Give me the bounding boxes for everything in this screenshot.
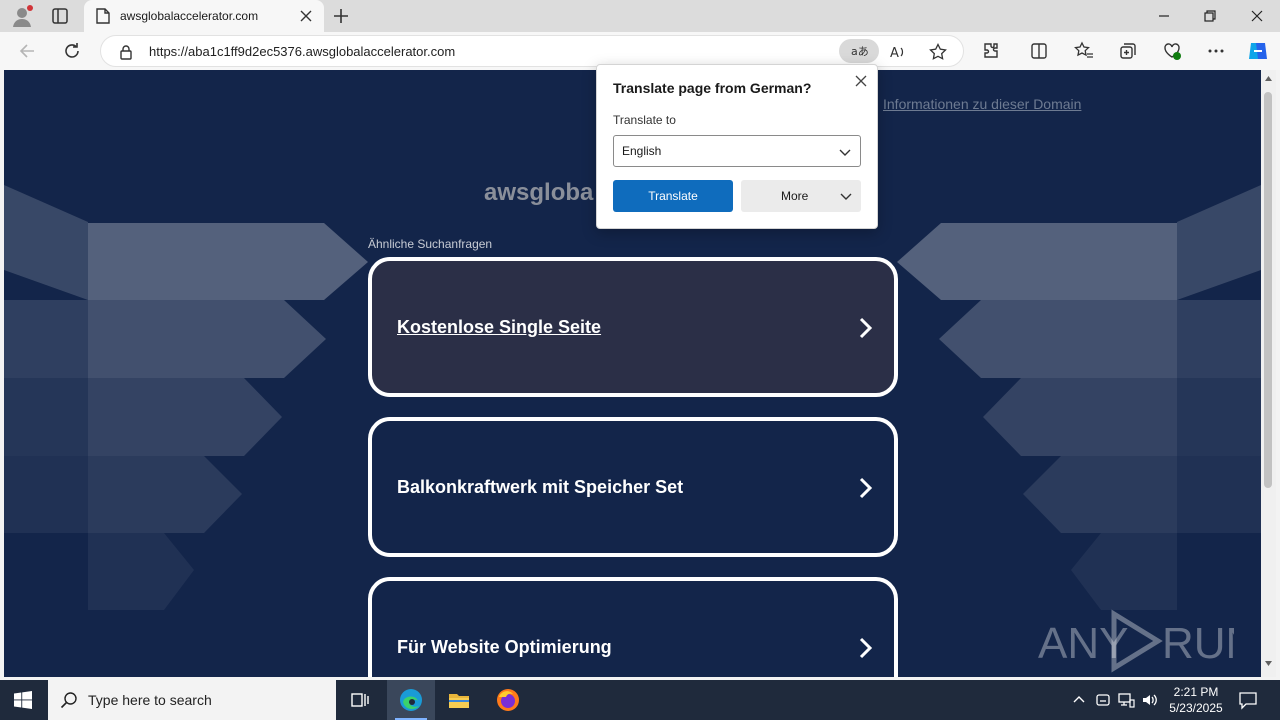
translate-button[interactable]: aあ bbox=[839, 39, 879, 63]
taskbar-edge[interactable] bbox=[387, 680, 435, 720]
card-label: Kostenlose Single Seite bbox=[397, 317, 602, 337]
task-view-button[interactable] bbox=[336, 680, 384, 720]
selected-language: English bbox=[622, 144, 662, 158]
scroll-up-icon[interactable] bbox=[1264, 74, 1273, 83]
translate-confirm-button[interactable]: Translate bbox=[613, 180, 733, 212]
active-tab[interactable]: awsglobalaccelerator.com bbox=[84, 0, 324, 32]
translate-icon: aあ bbox=[851, 45, 868, 58]
chevron-right-icon bbox=[859, 317, 873, 339]
chevron-right-icon bbox=[859, 637, 873, 659]
extensions-icon[interactable] bbox=[981, 41, 1001, 61]
clock-time: 2:21 PM bbox=[1173, 685, 1219, 699]
tab-strip: awsglobalaccelerator.com bbox=[0, 0, 1280, 32]
url-text[interactable]: https://aba1c1ff9d2ec5376.awsglobalaccel… bbox=[149, 44, 455, 59]
back-icon[interactable] bbox=[18, 41, 38, 61]
close-window-icon[interactable] bbox=[1247, 6, 1267, 26]
volume-icon[interactable] bbox=[1141, 691, 1159, 709]
network-icon[interactable] bbox=[1117, 691, 1135, 709]
svg-text:A: A bbox=[890, 46, 899, 61]
language-select[interactable]: English bbox=[613, 135, 861, 167]
taskbar-firefox[interactable] bbox=[484, 680, 532, 720]
lock-icon[interactable] bbox=[119, 44, 133, 60]
taskbar-search[interactable]: Type here to search bbox=[48, 680, 336, 720]
meet-now-icon[interactable] bbox=[1094, 691, 1112, 709]
anyrun-watermark: ANY RUN bbox=[1038, 608, 1257, 677]
show-hidden-icons-icon[interactable] bbox=[1070, 691, 1088, 709]
clock-date: 5/23/2025 bbox=[1169, 701, 1223, 715]
more-menu-icon[interactable] bbox=[1206, 41, 1226, 61]
card-label: Für Website Optimierung bbox=[397, 637, 612, 657]
translate-popup: Translate page from German? Translate to… bbox=[596, 64, 878, 229]
system-clock[interactable]: 2:21 PM 5/23/2025 bbox=[1160, 684, 1232, 716]
edge-icon bbox=[400, 689, 422, 711]
close-tab-icon[interactable] bbox=[298, 8, 314, 24]
vertical-scrollbar[interactable] bbox=[1261, 70, 1276, 677]
browser-essentials-icon[interactable] bbox=[1162, 41, 1182, 61]
related-searches-label: Ähnliche Suchanfragen bbox=[368, 237, 493, 251]
read-aloud-icon[interactable]: A bbox=[889, 43, 907, 61]
scrollbar-thumb[interactable] bbox=[1264, 92, 1272, 488]
close-popup-icon[interactable] bbox=[853, 73, 869, 89]
refresh-icon[interactable] bbox=[62, 41, 82, 61]
search-card-3[interactable]: Für Website Optimierung bbox=[368, 577, 898, 677]
windows-start-icon[interactable] bbox=[14, 691, 32, 709]
profile-icon[interactable] bbox=[10, 4, 34, 28]
notifications-icon[interactable] bbox=[1238, 690, 1258, 710]
firefox-icon bbox=[497, 689, 519, 711]
watermark-right: RUN bbox=[1162, 619, 1234, 668]
search-icon bbox=[60, 692, 77, 709]
scroll-down-icon[interactable] bbox=[1264, 659, 1273, 668]
search-card-2[interactable]: Balkonkraftwerk mit Speicher Set bbox=[368, 417, 898, 557]
address-bar[interactable]: https://aba1c1ff9d2ec5376.awsglobalaccel… bbox=[100, 35, 964, 67]
domain-info-link[interactable]: Informationen zu dieser Domain bbox=[883, 96, 1081, 112]
favorites-icon[interactable] bbox=[1074, 41, 1094, 61]
windows-taskbar: Type here to search 2:21 PM 5/23/2025 bbox=[0, 680, 1280, 720]
search-placeholder: Type here to search bbox=[88, 692, 212, 708]
svg-text:aあ: aあ bbox=[851, 45, 868, 58]
copilot-icon[interactable] bbox=[1246, 39, 1270, 63]
tab-actions-icon[interactable] bbox=[50, 6, 70, 26]
new-tab-icon[interactable] bbox=[332, 7, 350, 25]
site-name: awsgloba bbox=[484, 179, 594, 206]
card-label: Balkonkraftwerk mit Speicher Set bbox=[397, 477, 684, 497]
page-favicon-icon bbox=[96, 8, 110, 24]
translate-to-label: Translate to bbox=[613, 113, 676, 127]
search-card-1[interactable]: Kostenlose Single Seite bbox=[368, 257, 898, 397]
folder-icon bbox=[449, 694, 469, 708]
taskbar-file-explorer[interactable] bbox=[435, 680, 483, 720]
anyrun-logo-icon: ANY RUN bbox=[1038, 609, 1257, 673]
task-view-icon bbox=[351, 693, 369, 707]
favorite-star-icon[interactable] bbox=[929, 43, 947, 61]
restore-icon[interactable] bbox=[1200, 6, 1220, 26]
chevron-down-icon bbox=[840, 193, 852, 200]
translate-popup-title: Translate page from German? bbox=[613, 80, 812, 96]
chevron-right-icon bbox=[859, 477, 873, 499]
minimize-icon[interactable] bbox=[1154, 6, 1174, 26]
more-options-button[interactable]: More bbox=[741, 180, 861, 212]
chevron-down-icon bbox=[839, 149, 851, 156]
tab-title: awsglobalaccelerator.com bbox=[120, 9, 259, 23]
split-screen-icon[interactable] bbox=[1029, 41, 1049, 61]
collections-icon[interactable] bbox=[1118, 41, 1138, 61]
more-button-label: More bbox=[781, 189, 809, 203]
